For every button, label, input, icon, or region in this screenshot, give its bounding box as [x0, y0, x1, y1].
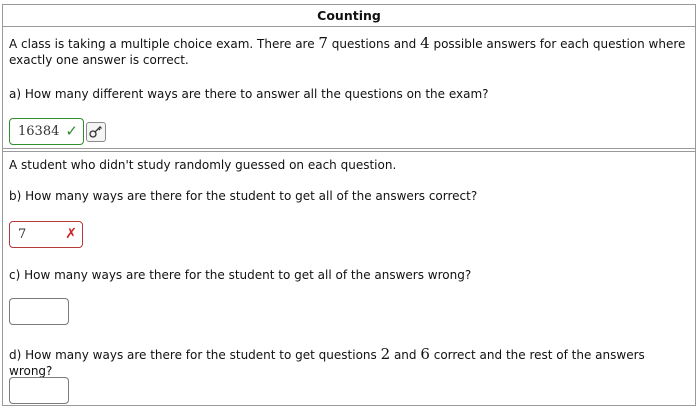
num-answers: 4 [420, 34, 430, 52]
answer-d-input[interactable] [9, 377, 69, 404]
part-d-question-b: 6 [420, 345, 430, 363]
part-c-prompt: c) How many ways are there for the stude… [9, 268, 472, 282]
answer-b-value: 7 [18, 227, 27, 242]
part-a-prompt: a) How many different ways are there to … [9, 87, 489, 101]
page-title: Counting [3, 5, 695, 27]
show-answer-key-button[interactable] [86, 122, 106, 142]
question-block-1: A class is taking a multiple choice exam… [3, 27, 695, 149]
answer-b-input[interactable]: 7 ✗ [9, 221, 83, 248]
x-icon: ✗ [65, 226, 77, 242]
key-icon [89, 126, 102, 138]
problem-panel: Counting A class is taking a multiple ch… [2, 4, 696, 406]
part-d-question-a: 2 [380, 345, 391, 363]
num-questions: 7 [318, 34, 328, 52]
answer-c-input[interactable] [9, 298, 69, 325]
answer-a-input[interactable]: 16384 ✓ [9, 118, 84, 145]
part-d-text-1: d) How many ways are there for the stude… [9, 348, 381, 362]
check-icon: ✓ [65, 122, 78, 140]
student-intro: A student who didn't study randomly gues… [9, 158, 397, 172]
part-d-prompt: d) How many ways are there for the stude… [9, 346, 689, 379]
part-d-text-2: and [390, 348, 421, 362]
answer-a-value: 16384 [18, 124, 60, 139]
intro-text-2: questions and [327, 37, 421, 51]
intro-text-1: A class is taking a multiple choice exam… [9, 37, 319, 51]
question-intro: A class is taking a multiple choice exam… [9, 35, 689, 68]
part-b-prompt: b) How many ways are there for the stude… [9, 189, 478, 203]
question-block-2: A student who didn't study randomly gues… [3, 151, 695, 407]
